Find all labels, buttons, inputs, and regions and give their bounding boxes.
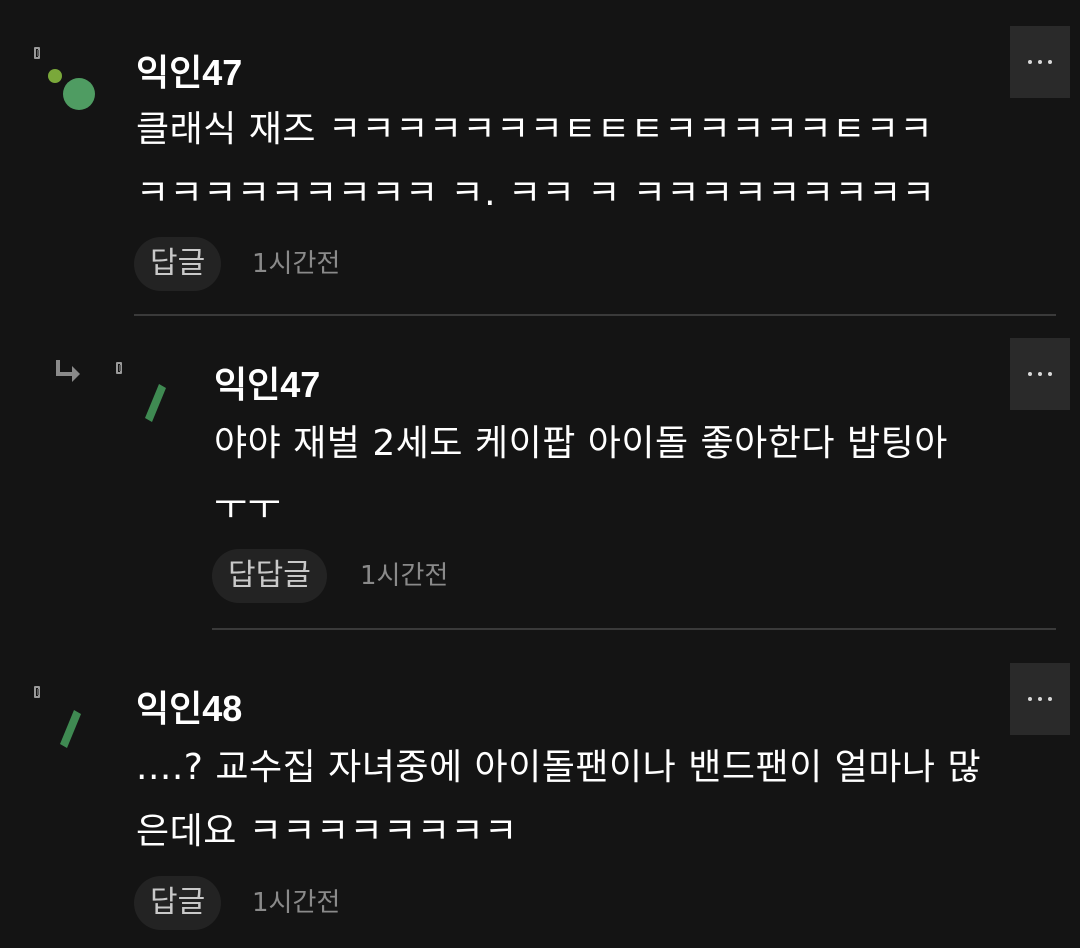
comment-text-line: 은데요 ㅋㅋㅋㅋㅋㅋㅋㅋ bbox=[136, 811, 518, 852]
comment-text-line: ㅋㅋㅋㅋㅋㅋㅋㅋㅋ ㅋ. ㅋㅋ ㅋ ㅋㅋㅋㅋㅋㅋㅋㅋㅋ bbox=[136, 173, 936, 214]
reply-arrow-icon bbox=[56, 360, 80, 382]
comment-nickname[interactable]: 익인47 bbox=[214, 356, 320, 408]
more-horizontal-icon bbox=[1038, 697, 1042, 701]
more-horizontal-icon bbox=[1038, 60, 1042, 64]
more-options-button[interactable] bbox=[1010, 26, 1070, 98]
comment-timestamp: 1시간전 bbox=[252, 249, 341, 279]
comment-text: 클래식 재즈 ㅋㅋㅋㅋㅋㅋㅋㅌㅌㅌㅋㅋㅋㅋㅋㅌㅋㅋ ㅋㅋㅋㅋㅋㅋㅋㅋㅋ ㅋ. ㅋ… bbox=[136, 98, 935, 226]
reply-button[interactable]: 답글 bbox=[134, 237, 222, 291]
comment-text: ....? 교수집 자녀중에 아이돌팬이나 밴드팬이 얼마나 많 은데요 ㅋㅋㅋ… bbox=[136, 736, 981, 864]
comment-timestamp: 1시간전 bbox=[252, 888, 341, 918]
more-horizontal-icon bbox=[1038, 372, 1042, 376]
avatar[interactable] bbox=[52, 700, 122, 770]
comment-text-line: 야야 재벌 2세도 케이팝 아이돌 좋아한다 밥팅아 bbox=[214, 423, 948, 464]
reply-comment-item: 익인47 야야 재벌 2세도 케이팝 아이돌 좋아한다 밥팅아 ㅜㅜ 답답글 1… bbox=[0, 316, 1080, 632]
comment-item: 익인48 ....? 교수집 자녀중에 아이돌팬이나 밴드팬이 얼마나 많 은데… bbox=[0, 632, 1080, 948]
comment-text-line: ㅜㅜ bbox=[214, 487, 282, 528]
reply-button[interactable]: 답답글 bbox=[212, 549, 327, 603]
comment-divider bbox=[212, 628, 1056, 630]
more-options-button[interactable] bbox=[1010, 663, 1070, 735]
comment-item: 익인47 클래식 재즈 ㅋㅋㅋㅋㅋㅋㅋㅌㅌㅌㅋㅋㅋㅋㅋㅌㅋㅋ ㅋㅋㅋㅋㅋㅋㅋㅋㅋ… bbox=[0, 0, 1080, 316]
avatar[interactable] bbox=[40, 60, 110, 130]
comment-timestamp: 1시간전 bbox=[360, 561, 449, 591]
pin-icon bbox=[116, 362, 122, 374]
comment-text-line: 클래식 재즈 ㅋㅋㅋㅋㅋㅋㅋㅌㅌㅌㅋㅋㅋㅋㅋㅌㅋㅋ bbox=[136, 109, 934, 150]
reply-button[interactable]: 답글 bbox=[134, 876, 222, 930]
comment-text: 야야 재벌 2세도 케이팝 아이돌 좋아한다 밥팅아 ㅜㅜ bbox=[214, 412, 948, 540]
comment-nickname[interactable]: 익인48 bbox=[136, 680, 242, 732]
pin-icon bbox=[34, 47, 40, 59]
comment-text-line: ....? 교수집 자녀중에 아이돌팬이나 밴드팬이 얼마나 많 bbox=[136, 747, 982, 788]
comment-nickname[interactable]: 익인47 bbox=[136, 44, 242, 96]
pin-icon bbox=[34, 686, 40, 698]
avatar[interactable] bbox=[130, 376, 200, 446]
more-options-button[interactable] bbox=[1010, 338, 1070, 410]
